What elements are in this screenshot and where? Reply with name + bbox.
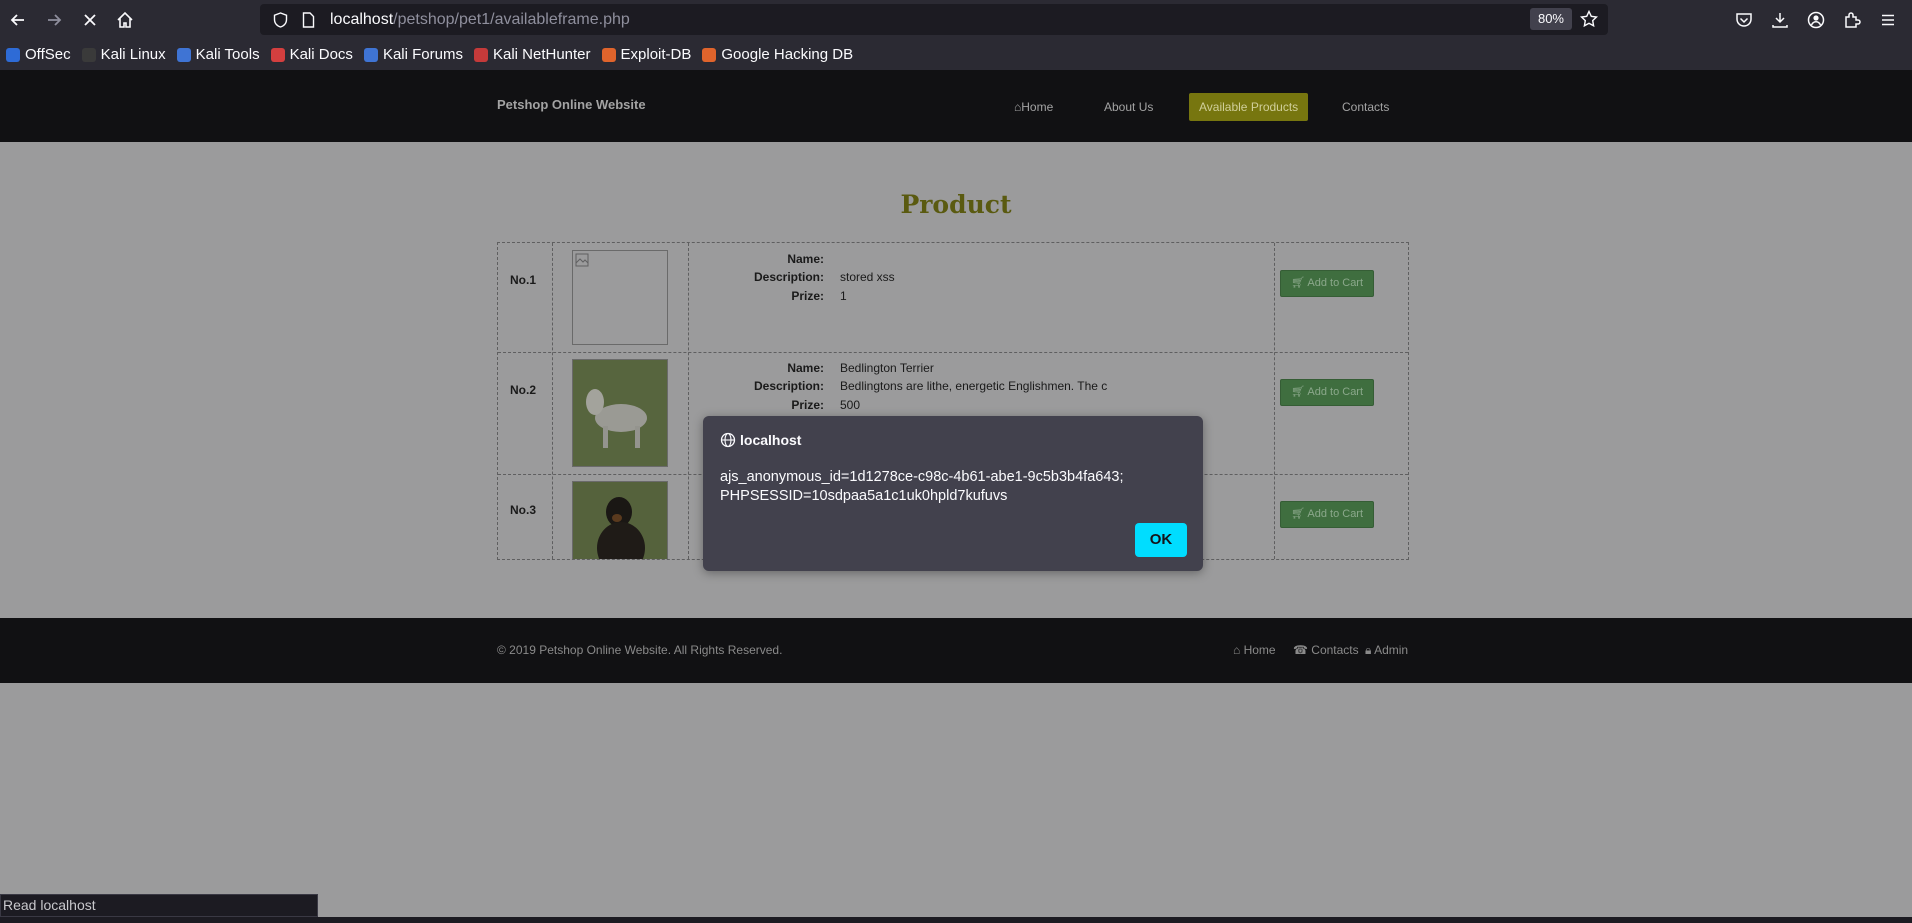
- bookmark-kali-tools[interactable]: Kali Tools: [176, 46, 260, 63]
- kali-docs-icon: [270, 47, 285, 62]
- menu-icon[interactable]: [1874, 6, 1902, 34]
- product-description: Bedlingtons are lithe, energetic English…: [840, 379, 1108, 393]
- nav-contacts[interactable]: Contacts: [1332, 93, 1399, 121]
- product-description: stored xss: [840, 270, 895, 284]
- window-bottom-edge: [0, 917, 1912, 923]
- column-divider: [688, 243, 689, 559]
- stop-icon[interactable]: [76, 6, 104, 34]
- dialog-message-line: PHPSESSID=10sdpaa5a1c1uk0hpld7kufuvs: [720, 488, 1008, 504]
- dialog-message: ajs_anonymous_id=1d1278ce-c98c-4b61-abe1…: [720, 468, 1180, 506]
- bookmark-kali-nethunter[interactable]: Kali NetHunter: [473, 46, 591, 63]
- bookmarks-bar: OffSec Kali Linux Kali Tools Kali Docs K…: [0, 39, 1912, 70]
- product-number: No.2: [510, 383, 537, 397]
- phone-icon: ☎︎: [1293, 643, 1312, 657]
- extensions-icon[interactable]: [1838, 6, 1866, 34]
- status-bar: Read localhost: [0, 894, 318, 917]
- cart-icon: 🛒︎: [1290, 508, 1308, 520]
- bookmark-offsec[interactable]: OffSec: [6, 46, 71, 63]
- product-prize: 500: [840, 398, 861, 412]
- back-icon[interactable]: [4, 6, 32, 34]
- prize-label: Prize:: [791, 289, 824, 303]
- product-number: No.3: [510, 503, 537, 517]
- zoom-level[interactable]: 80%: [1529, 8, 1572, 30]
- bedlington-terrier-image: [572, 359, 668, 467]
- browser-toolbar: localhost/petshop/pet1/availableframe.ph…: [0, 0, 1912, 39]
- globe-icon: [720, 432, 736, 448]
- add-to-cart-button[interactable]: 🛒︎ Add to Cart: [1280, 501, 1374, 528]
- bookmark-kali-forums[interactable]: Kali Forums: [363, 46, 463, 63]
- cart-icon: 🛒︎: [1290, 277, 1308, 289]
- page-title: Product: [900, 190, 1012, 219]
- kali-tools-icon: [176, 47, 191, 62]
- lock-icon: 🔒︎: [1365, 643, 1375, 657]
- page-icon[interactable]: [300, 11, 316, 28]
- footer-admin-link[interactable]: 🔒︎ Admin: [1365, 643, 1408, 658]
- bookmark-kali-docs[interactable]: Kali Docs: [270, 46, 353, 63]
- home-icon: ⌂: [1233, 643, 1244, 657]
- product-number: No.1: [510, 273, 537, 287]
- url-bar[interactable]: localhost/petshop/pet1/availableframe.ph…: [260, 4, 1608, 35]
- exploit-db-icon: [601, 47, 616, 62]
- pocket-icon[interactable]: [1730, 6, 1758, 34]
- footer-home-link[interactable]: ⌂ Home: [1233, 643, 1276, 657]
- nethunter-icon: [473, 47, 488, 62]
- offsec-icon: [6, 47, 20, 62]
- description-label: Description:: [753, 379, 824, 393]
- prize-label: Prize:: [791, 398, 824, 412]
- site-header: Petshop Online Website ⌂Home About Us Av…: [0, 70, 1912, 142]
- bookmark-google-hacking-db[interactable]: Google Hacking DB: [702, 46, 853, 63]
- column-divider: [552, 243, 553, 559]
- kali-forums-icon: [363, 47, 378, 62]
- site-footer: © 2019 Petshop Online Website. All Right…: [0, 618, 1912, 683]
- broken-image-icon: [572, 250, 668, 345]
- url-text[interactable]: localhost/petshop/pet1/availableframe.ph…: [330, 11, 630, 29]
- alert-dialog: localhost ajs_anonymous_id=1d1278ce-c98c…: [703, 416, 1203, 571]
- footer-contacts-link[interactable]: ☎︎ Contacts: [1293, 643, 1359, 657]
- nav-available-products[interactable]: Available Products: [1189, 93, 1309, 121]
- ghdb-icon: [702, 47, 717, 62]
- bookmark-star-icon[interactable]: [1578, 8, 1600, 30]
- forward-icon[interactable]: [40, 6, 68, 34]
- cart-icon: 🛒︎: [1290, 386, 1308, 398]
- shield-icon[interactable]: [272, 11, 288, 28]
- column-divider: [1274, 243, 1275, 559]
- nav-about[interactable]: About Us: [1094, 93, 1163, 121]
- site-brand[interactable]: Petshop Online Website: [497, 97, 646, 112]
- dialog-message-line: ajs_anonymous_id=1d1278ce-c98c-4b61-abe1…: [720, 469, 1124, 485]
- download-icon[interactable]: [1766, 6, 1794, 34]
- add-to-cart-button[interactable]: 🛒︎ Add to Cart: [1280, 379, 1374, 406]
- product-name: Bedlington Terrier: [840, 361, 934, 375]
- dialog-title: localhost: [720, 432, 801, 448]
- kali-dragon-icon: [81, 47, 96, 62]
- copyright-text: © 2019 Petshop Online Website. All Right…: [497, 643, 783, 657]
- bookmark-exploit-db[interactable]: Exploit-DB: [601, 46, 691, 63]
- bookmark-kali-linux[interactable]: Kali Linux: [81, 46, 166, 63]
- table-row: No.1 Name: Description: stored xss Prize…: [498, 243, 1408, 353]
- product-prize: 1: [840, 289, 847, 303]
- account-icon[interactable]: [1802, 6, 1830, 34]
- add-to-cart-button[interactable]: 🛒︎ Add to Cart: [1280, 270, 1374, 297]
- ok-button[interactable]: OK: [1135, 523, 1187, 557]
- nav-home[interactable]: ⌂Home: [1004, 93, 1063, 121]
- description-label: Description:: [753, 270, 824, 284]
- home-icon[interactable]: [111, 6, 139, 34]
- name-label: Name:: [787, 252, 824, 266]
- gordon-setter-image: [572, 481, 668, 559]
- name-label: Name:: [787, 361, 824, 375]
